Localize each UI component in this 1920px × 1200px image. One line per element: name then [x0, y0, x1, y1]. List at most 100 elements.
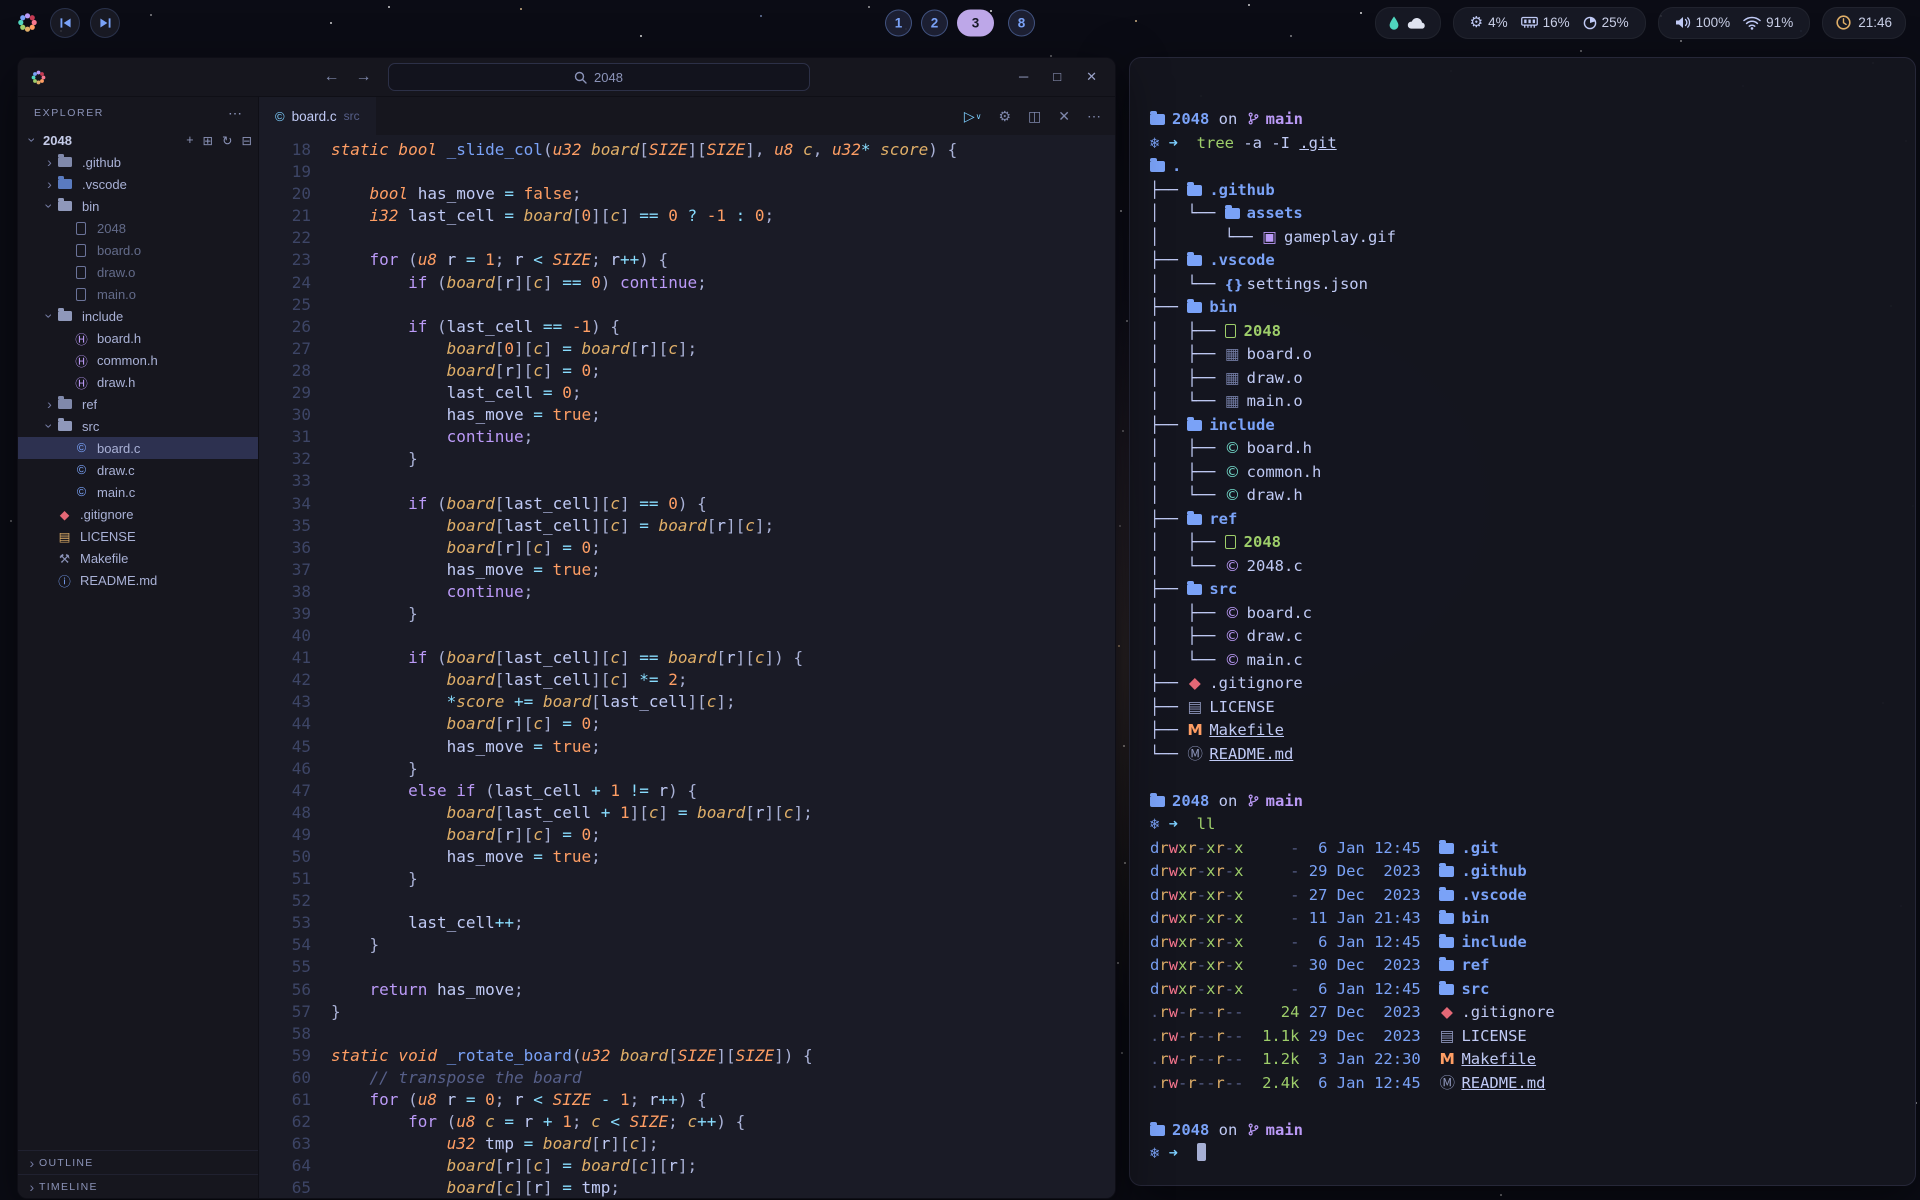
tree-item-Makefile[interactable]: ⚒Makefile [18, 547, 258, 569]
tree-item-main.c[interactable]: ©main.c [18, 481, 258, 503]
code-line-26[interactable]: if (last_cell == -1) { [331, 316, 1115, 338]
code-line-45[interactable]: has_move = true; [331, 736, 1115, 758]
code-line-36[interactable]: board[r][c] = 0; [331, 537, 1115, 559]
tree-item-.vscode[interactable]: ›.vscode [18, 173, 258, 195]
code-line-64[interactable]: board[r][c] = board[c][r]; [331, 1155, 1115, 1177]
tree-item-main.o[interactable]: main.o [18, 283, 258, 305]
code-line-32[interactable]: } [331, 448, 1115, 470]
workspace-8[interactable]: 8 [1008, 9, 1035, 36]
tree-item-draw.h[interactable]: Ⓗdraw.h [18, 371, 258, 393]
app-launcher-icon[interactable] [14, 10, 40, 36]
code-line-23[interactable]: for (u8 r = 1; r < SIZE; r++) { [331, 249, 1115, 271]
code-line-35[interactable]: board[last_cell][c] = board[r][c]; [331, 515, 1115, 537]
run-button[interactable]: ▷∨ [964, 109, 982, 123]
nav-forward-button[interactable]: → [356, 68, 372, 86]
code-line-33[interactable] [331, 470, 1115, 492]
code-line-55[interactable] [331, 956, 1115, 978]
workspace-2[interactable]: 2 [921, 9, 948, 36]
code-line-57[interactable]: } [331, 1001, 1115, 1023]
code-line-29[interactable]: last_cell = 0; [331, 382, 1115, 404]
tree-item-board.c[interactable]: ©board.c [18, 437, 258, 459]
close-button[interactable]: ✕ [1086, 69, 1097, 85]
system-stats-widget[interactable]: ⚙ 4% 16% 25% [1453, 7, 1646, 39]
tree-item-2048[interactable]: 2048 [18, 217, 258, 239]
tree-item-LICENSE[interactable]: ▤LICENSE [18, 525, 258, 547]
weather-widget[interactable] [1375, 7, 1441, 39]
tree-item-.github[interactable]: ›.github [18, 151, 258, 173]
code-line-31[interactable]: continue; [331, 426, 1115, 448]
code-line-52[interactable] [331, 890, 1115, 912]
code-line-53[interactable]: last_cell++; [331, 912, 1115, 934]
minimize-button[interactable]: ─ [1019, 69, 1028, 85]
code-line-21[interactable]: i32 last_cell = board[0][c] == 0 ? -1 : … [331, 205, 1115, 227]
code-line-34[interactable]: if (board[last_cell][c] == 0) { [331, 493, 1115, 515]
code-line-27[interactable]: board[0][c] = board[r][c]; [331, 338, 1115, 360]
tree-item-2048[interactable]: ›2048+⊞↻⊟ [18, 129, 258, 151]
code-line-30[interactable]: has_move = true; [331, 404, 1115, 426]
workspace-3[interactable]: 3 [957, 9, 994, 36]
timeline-section[interactable]: ›TIMELINE [18, 1174, 258, 1198]
code-line-24[interactable]: if (board[r][c] == 0) continue; [331, 272, 1115, 294]
nav-back-button[interactable]: ← [324, 68, 340, 86]
code-line-44[interactable]: board[r][c] = 0; [331, 713, 1115, 735]
code-line-65[interactable]: board[c][r] = tmp; [331, 1177, 1115, 1198]
code-line-20[interactable]: bool has_move = false; [331, 183, 1115, 205]
skip-forward-button[interactable] [90, 8, 120, 38]
code-line-54[interactable]: } [331, 934, 1115, 956]
code-line-56[interactable]: return has_move; [331, 979, 1115, 1001]
tab-board.c[interactable]: © board.c src [259, 97, 376, 135]
tree-item-board.o[interactable]: board.o [18, 239, 258, 261]
code-line-46[interactable]: } [331, 758, 1115, 780]
code-line-40[interactable] [331, 625, 1115, 647]
code-line-62[interactable]: for (u8 c = r + 1; c < SIZE; c++) { [331, 1111, 1115, 1133]
code-line-59[interactable]: static void _rotate_board(u32 board[SIZE… [331, 1045, 1115, 1067]
tree-item-README.md[interactable]: ⓘREADME.md [18, 569, 258, 591]
new-folder-button[interactable]: ⊞ [203, 133, 213, 148]
refresh-button[interactable]: ↻ [222, 133, 232, 148]
code-line-63[interactable]: u32 tmp = board[r][c]; [331, 1133, 1115, 1155]
terminal-window[interactable]: 2048 on main❄ ➜ tree -a -I .git.├── .git… [1129, 57, 1916, 1186]
code-line-39[interactable]: } [331, 603, 1115, 625]
tree-item-include[interactable]: ›include [18, 305, 258, 327]
tree-item-.gitignore[interactable]: ◆.gitignore [18, 503, 258, 525]
tree-item-board.h[interactable]: Ⓗboard.h [18, 327, 258, 349]
code-line-50[interactable]: has_move = true; [331, 846, 1115, 868]
code-line-49[interactable]: board[r][c] = 0; [331, 824, 1115, 846]
close-button[interactable]: ✕ [1058, 109, 1070, 123]
code-line-18[interactable]: static bool _slide_col(u32 board[SIZE][S… [331, 139, 1115, 161]
code-line-38[interactable]: continue; [331, 581, 1115, 603]
code-line-37[interactable]: has_move = true; [331, 559, 1115, 581]
code-line-25[interactable] [331, 294, 1115, 316]
code-line-47[interactable]: else if (last_cell + 1 != r) { [331, 780, 1115, 802]
code-line-41[interactable]: if (board[last_cell][c] == board[r][c]) … [331, 647, 1115, 669]
code-line-58[interactable] [331, 1023, 1115, 1045]
collapse-all-button[interactable]: ⊟ [242, 133, 252, 148]
code-line-48[interactable]: board[last_cell + 1][c] = board[r][c]; [331, 802, 1115, 824]
code-line-22[interactable] [331, 227, 1115, 249]
tree-item-common.h[interactable]: Ⓗcommon.h [18, 349, 258, 371]
code-editor[interactable]: 1819202122232425262728293031323334353637… [259, 135, 1115, 1198]
tree-item-draw.c[interactable]: ©draw.c [18, 459, 258, 481]
code-line-19[interactable] [331, 161, 1115, 183]
command-center-search[interactable]: 2048 [388, 63, 810, 91]
tree-item-bin[interactable]: ›bin [18, 195, 258, 217]
code-line-42[interactable]: board[last_cell][c] *= 2; [331, 669, 1115, 691]
settings-button[interactable]: ⚙ [998, 109, 1011, 123]
workspace-1[interactable]: 1 [885, 9, 912, 36]
code-line-51[interactable]: } [331, 868, 1115, 890]
new-file-button[interactable]: + [186, 133, 193, 148]
outline-section[interactable]: ›OUTLINE [18, 1150, 258, 1174]
more-button[interactable]: ⋯ [1087, 109, 1101, 123]
skip-back-button[interactable] [50, 8, 80, 38]
explorer-more-icon[interactable]: ⋯ [228, 105, 242, 122]
code-line-28[interactable]: board[r][c] = 0; [331, 360, 1115, 382]
tree-item-ref[interactable]: ›ref [18, 393, 258, 415]
tree-item-src[interactable]: ›src [18, 415, 258, 437]
code-line-61[interactable]: for (u8 r = 0; r < SIZE - 1; r++) { [331, 1089, 1115, 1111]
split-editor-button[interactable]: ◫ [1028, 109, 1041, 123]
audio-network-widget[interactable]: 100% 91% [1658, 7, 1811, 39]
clock-widget[interactable]: 21:46 [1822, 7, 1906, 39]
code-line-43[interactable]: *score += board[last_cell][c]; [331, 691, 1115, 713]
maximize-button[interactable]: □ [1053, 69, 1061, 85]
code-line-60[interactable]: // transpose the board [331, 1067, 1115, 1089]
